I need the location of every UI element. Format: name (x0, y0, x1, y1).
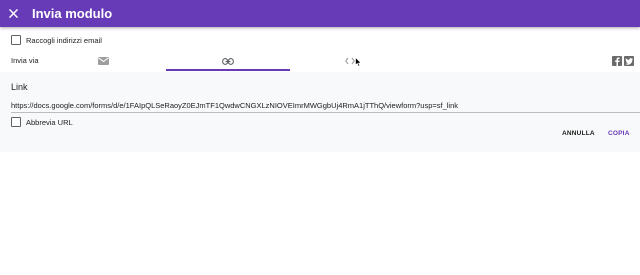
embed-icon (345, 57, 355, 65)
send-via-label: Invia via (11, 56, 39, 65)
close-button[interactable] (4, 4, 22, 22)
shorten-url-checkbox[interactable] (11, 117, 21, 127)
share-twitter-button[interactable] (624, 56, 634, 66)
collect-email-row: Raccogli indirizzi email (11, 35, 102, 45)
link-url-field[interactable]: https://docs.google.com/forms/d/e/1FAIpQ… (11, 101, 458, 110)
send-via-bar: Invia via (0, 50, 640, 72)
collect-email-label: Raccogli indirizzi email (26, 35, 102, 45)
cancel-button[interactable]: ANNULLA (562, 130, 595, 137)
active-tab-indicator (166, 69, 290, 71)
shorten-url-row: Abbrevia URL (11, 117, 73, 127)
dialog-title: Invia modulo (32, 6, 113, 21)
dialog-header: Invia modulo (0, 0, 640, 27)
link-icon (222, 57, 234, 65)
tab-email[interactable] (86, 50, 120, 72)
facebook-icon (615, 57, 620, 66)
twitter-icon (625, 57, 633, 65)
share-facebook-button[interactable] (612, 56, 622, 66)
copy-button[interactable]: COPIA (608, 130, 630, 137)
email-icon (97, 57, 109, 65)
link-panel: Link https://docs.google.com/forms/d/e/1… (0, 72, 640, 152)
url-field-underline (11, 112, 640, 113)
close-icon (8, 8, 18, 18)
collect-email-checkbox[interactable] (11, 35, 21, 45)
shorten-url-label: Abbrevia URL (26, 117, 73, 127)
mouse-cursor-icon (355, 57, 362, 67)
link-heading: Link (11, 82, 28, 92)
tab-embed[interactable] (330, 50, 370, 72)
